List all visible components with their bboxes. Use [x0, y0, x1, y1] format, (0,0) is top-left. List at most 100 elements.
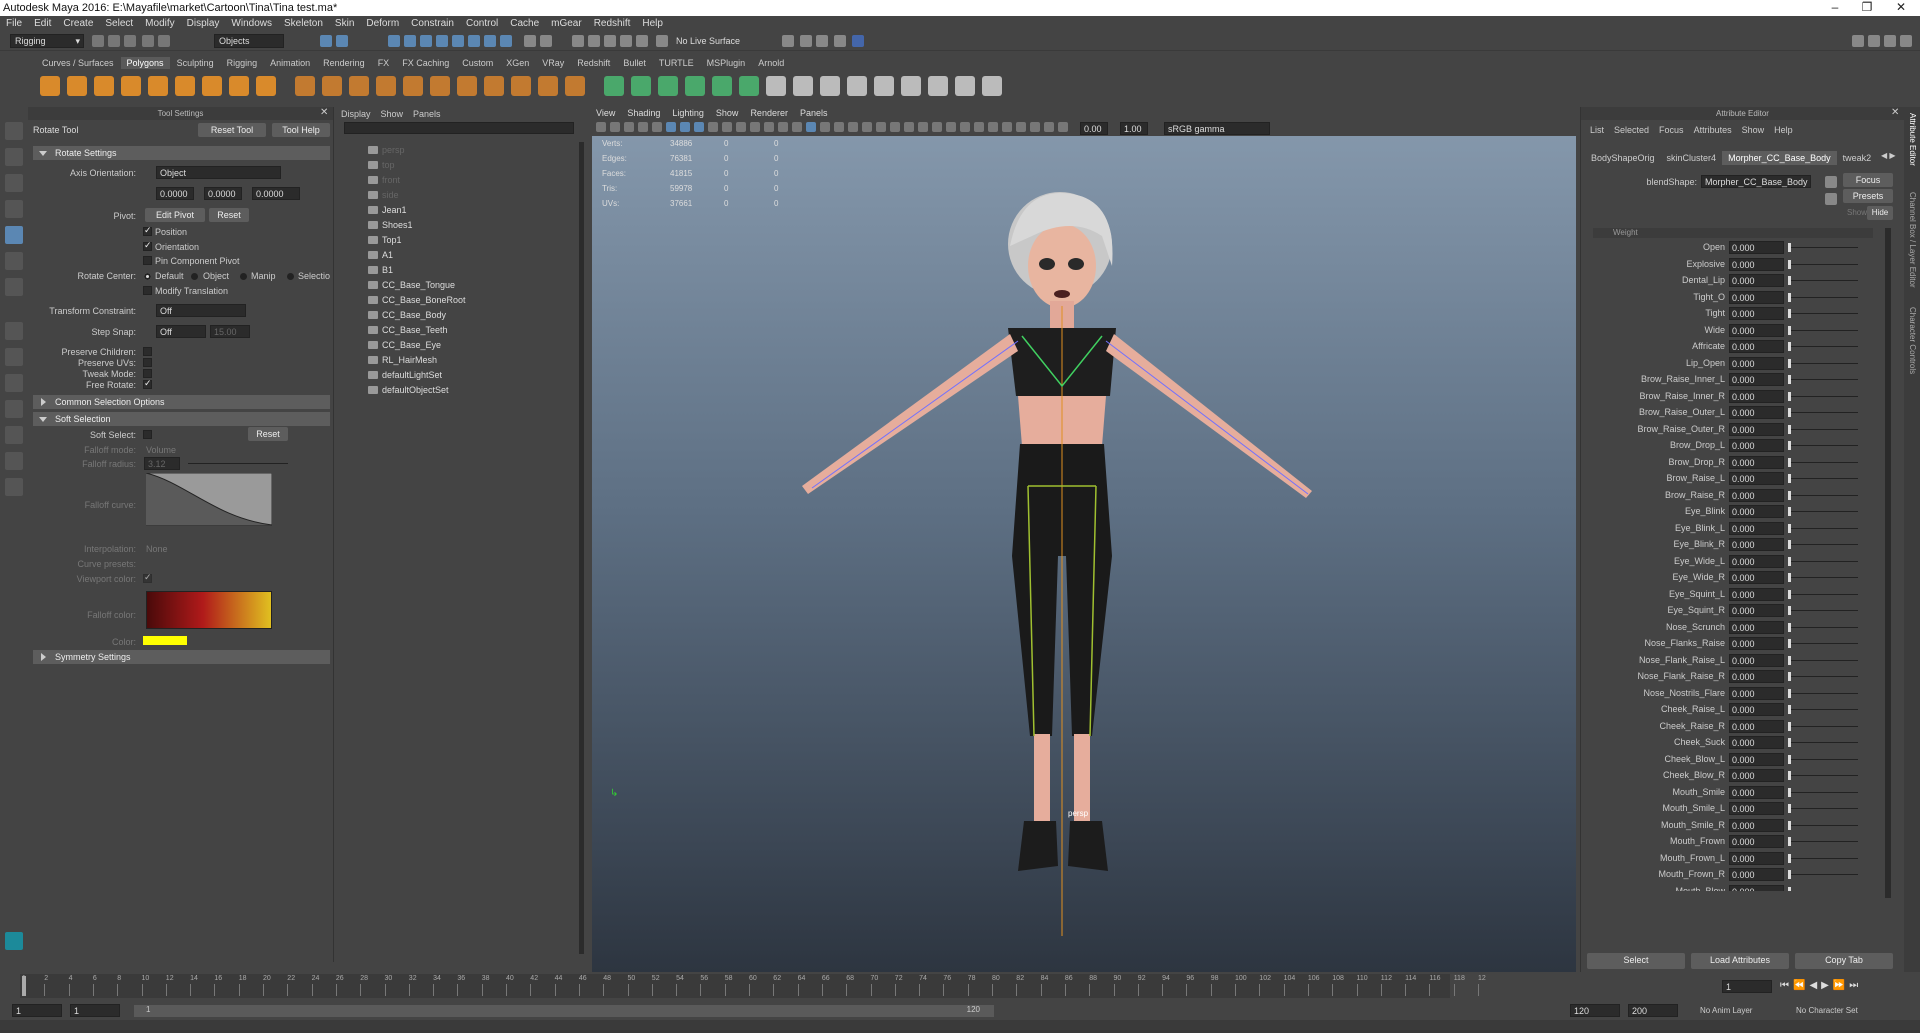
weight-value-field[interactable]: 0.000	[1729, 406, 1784, 419]
copy-tab-button[interactable]: Copy Tab	[1795, 953, 1893, 969]
extract-icon[interactable]	[457, 76, 477, 96]
soft-selection-section[interactable]: Soft Selection	[33, 412, 330, 426]
side-tab-channel-box[interactable]: Channel Box / Layer Editor	[1908, 192, 1917, 288]
tweak-mode-checkbox[interactable]	[143, 369, 152, 378]
multi-cut-icon[interactable]	[712, 76, 732, 96]
weight-slider[interactable]	[1788, 643, 1858, 644]
maximize-icon[interactable]: ❐	[1852, 0, 1882, 14]
weight-value-field[interactable]: 0.000	[1729, 422, 1784, 436]
viewport-tool-12-icon[interactable]	[750, 122, 760, 132]
cylinder-icon[interactable]	[94, 76, 114, 96]
mirror-icon[interactable]	[538, 76, 558, 96]
bevel-icon[interactable]	[565, 76, 585, 96]
weight-slider-handle[interactable]	[1788, 276, 1791, 285]
gamma-field[interactable]: 1.00	[1120, 122, 1148, 135]
outliner-item-cc-base-tongue[interactable]: CC_Base_Tongue	[368, 280, 455, 290]
range-start-field[interactable]: 1	[12, 1004, 62, 1017]
exposure-field[interactable]: 0.00	[1080, 122, 1108, 135]
close-icon[interactable]: ✕	[1886, 0, 1916, 14]
weight-slider-handle[interactable]	[1788, 507, 1791, 516]
current-time-marker[interactable]	[22, 976, 26, 996]
playback-end-field[interactable]: 120	[1570, 1004, 1620, 1017]
select-joints-icon[interactable]	[404, 35, 416, 47]
viewport-tool-16-icon[interactable]	[806, 122, 816, 132]
four-view-layout-icon[interactable]	[5, 348, 23, 366]
weight-slider[interactable]	[1788, 758, 1858, 760]
weight-slider-handle[interactable]	[1788, 639, 1791, 648]
booleans-icon[interactable]	[511, 76, 531, 96]
weight-slider[interactable]	[1788, 362, 1858, 364]
attr-menu-focus[interactable]: Focus	[1654, 123, 1689, 137]
uv-editor-icon[interactable]	[820, 76, 840, 96]
menuset-dropdown[interactable]: Rigging ▾	[10, 34, 84, 48]
weight-slider-handle[interactable]	[1788, 490, 1791, 500]
weight-scrollbar[interactable]	[1885, 228, 1891, 898]
weight-slider-handle[interactable]	[1788, 441, 1791, 450]
weight-slider[interactable]	[1788, 280, 1858, 281]
shelf-tab-vray[interactable]: VRay	[536, 57, 570, 69]
weight-value-field[interactable]: 0.000	[1729, 851, 1784, 865]
viewport-3d-view[interactable]: Verts: 34886 0 0 Edges: 76381 0 0 Faces: 41815 0 0 T…	[592, 136, 1576, 972]
weight-slider-handle[interactable]	[1788, 771, 1791, 780]
shelf-tab-rendering[interactable]: Rendering	[317, 57, 371, 69]
axis-orientation-dropdown[interactable]: Object	[156, 166, 281, 179]
weight-value-field[interactable]: 0.000	[1729, 340, 1784, 353]
weight-value-field[interactable]: 0.000	[1729, 505, 1784, 518]
layout-uv-icon[interactable]	[955, 76, 975, 96]
axis-y-field[interactable]: 0.0000	[204, 187, 242, 200]
planar-map-icon[interactable]	[847, 76, 867, 96]
viewport-menu-panels[interactable]: Panels	[794, 107, 834, 119]
outliner-item-rl-hairmesh[interactable]: RL_HairMesh	[368, 355, 437, 365]
shelf-tab-turtle[interactable]: TURTLE	[653, 57, 700, 69]
snap-point-icon[interactable]	[604, 35, 616, 47]
shelf-tab-custom[interactable]: Custom	[456, 57, 499, 69]
weight-value-field[interactable]: 0.000	[1729, 571, 1784, 584]
custom-layout-icon[interactable]	[5, 478, 23, 496]
menu-skin[interactable]: Skin	[329, 16, 360, 29]
menu-windows[interactable]: Windows	[225, 16, 278, 29]
weight-slider-handle[interactable]	[1788, 738, 1791, 747]
weight-slider[interactable]	[1788, 560, 1858, 562]
hypershade-layout-icon[interactable]	[5, 452, 23, 470]
cube-icon[interactable]	[67, 76, 87, 96]
weight-slider-handle[interactable]	[1788, 259, 1791, 269]
color-space-dropdown[interactable]: sRGB gamma	[1164, 122, 1270, 135]
shelf-tab-arnold[interactable]: Arnold	[752, 57, 790, 69]
weight-slider-handle[interactable]	[1788, 804, 1791, 813]
shelf-tab-animation[interactable]: Animation	[264, 57, 316, 69]
viewport-tool-23-icon[interactable]	[904, 122, 914, 132]
select-button[interactable]: Select	[1587, 953, 1685, 969]
channel-box-toggle-icon[interactable]	[1884, 35, 1896, 47]
viewport-tool-15-icon[interactable]	[792, 122, 802, 132]
weight-value-field[interactable]: 0.000	[1729, 670, 1784, 683]
tool-settings-toggle-icon[interactable]	[1900, 35, 1912, 47]
shelf-tab-fx[interactable]: FX	[372, 57, 396, 69]
outliner-item-b1[interactable]: B1	[368, 265, 393, 275]
save-scene-icon[interactable]	[124, 35, 136, 47]
outliner-item-top1[interactable]: Top1	[368, 235, 402, 245]
weight-slider[interactable]	[1788, 412, 1858, 413]
extrude-icon[interactable]	[631, 76, 651, 96]
weight-value-field[interactable]: 0.000	[1729, 290, 1784, 304]
weight-value-field[interactable]: 0.000	[1729, 620, 1784, 634]
weight-slider[interactable]	[1788, 709, 1858, 710]
weight-slider-handle[interactable]	[1788, 688, 1791, 698]
weight-slider[interactable]	[1788, 511, 1858, 512]
weight-slider-handle[interactable]	[1788, 837, 1791, 846]
modify-translation-checkbox[interactable]	[143, 286, 152, 295]
select-deformers-icon[interactable]	[452, 35, 464, 47]
tab-skincluster4[interactable]: skinCluster4	[1661, 151, 1723, 165]
select-input-icon[interactable]	[1825, 176, 1837, 188]
weight-value-field[interactable]: 0.000	[1729, 356, 1784, 370]
weight-value-field[interactable]: 0.000	[1729, 554, 1784, 568]
fill-hole-icon[interactable]	[685, 76, 705, 96]
weight-value-field[interactable]: 0.000	[1729, 439, 1784, 452]
outliner-item-defaultlightset[interactable]: defaultLightSet	[368, 370, 442, 380]
focus-button[interactable]: Focus	[1843, 173, 1893, 187]
persp-graph-layout-icon[interactable]	[5, 400, 23, 418]
rotate-center-selection-radio[interactable]	[287, 273, 294, 280]
weight-slider[interactable]	[1788, 676, 1858, 677]
minimize-icon[interactable]: –	[1820, 0, 1850, 14]
weight-slider-handle[interactable]	[1788, 375, 1791, 384]
rotate-center-object-radio[interactable]	[191, 273, 198, 280]
